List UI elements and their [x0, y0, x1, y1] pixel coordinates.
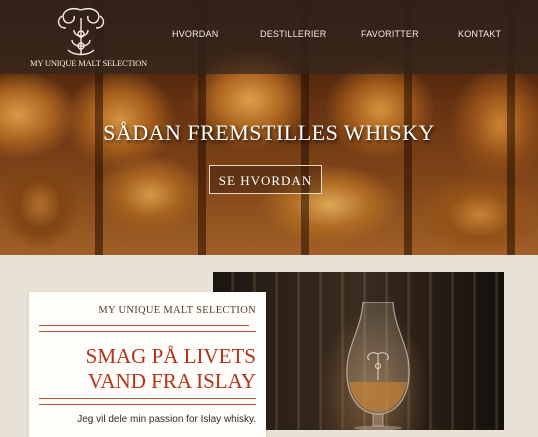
thistle-emblem-icon [57, 8, 105, 56]
intro-title-line2: VAND FRA ISLAY [87, 369, 256, 393]
nav-item-hvordan[interactable]: HVORDAN [172, 29, 218, 39]
hero-title: SÅDAN FREMSTILLES WHISKY [103, 120, 435, 145]
intro-title-line1: SMAG PÅ LIVETS [85, 344, 256, 368]
top-navigation-bar: MY UNIQUE MALT SELECTION HVORDAN DESTILL… [0, 0, 538, 74]
hero-banner: MY UNIQUE MALT SELECTION HVORDAN DESTILL… [0, 0, 538, 255]
divider [39, 325, 249, 326]
intro-body: Jeg vil dele min passion for Islay whisk… [77, 414, 256, 425]
se-hvordan-button[interactable]: SE HVORDAN [209, 165, 322, 194]
nav-item-favoritter[interactable]: FAVORITTER [361, 29, 419, 39]
intro-card: MY UNIQUE MALT SELECTION SMAG PÅ LIVETS … [29, 292, 266, 437]
intro-title: SMAG PÅ LIVETS VAND FRA ISLAY [46, 344, 256, 394]
brand-name: MY UNIQUE MALT SELECTION [30, 58, 147, 68]
divider [39, 331, 256, 332]
brand-logo[interactable]: MY UNIQUE MALT SELECTION [30, 4, 147, 70]
divider [39, 398, 256, 399]
card-kicker: MY UNIQUE MALT SELECTION [98, 305, 256, 316]
nav-item-destillerier[interactable]: DESTILLERIER [260, 29, 326, 39]
glass-icon [346, 302, 410, 430]
divider [39, 404, 256, 405]
nav-item-kontakt[interactable]: KONTAKT [458, 29, 501, 39]
